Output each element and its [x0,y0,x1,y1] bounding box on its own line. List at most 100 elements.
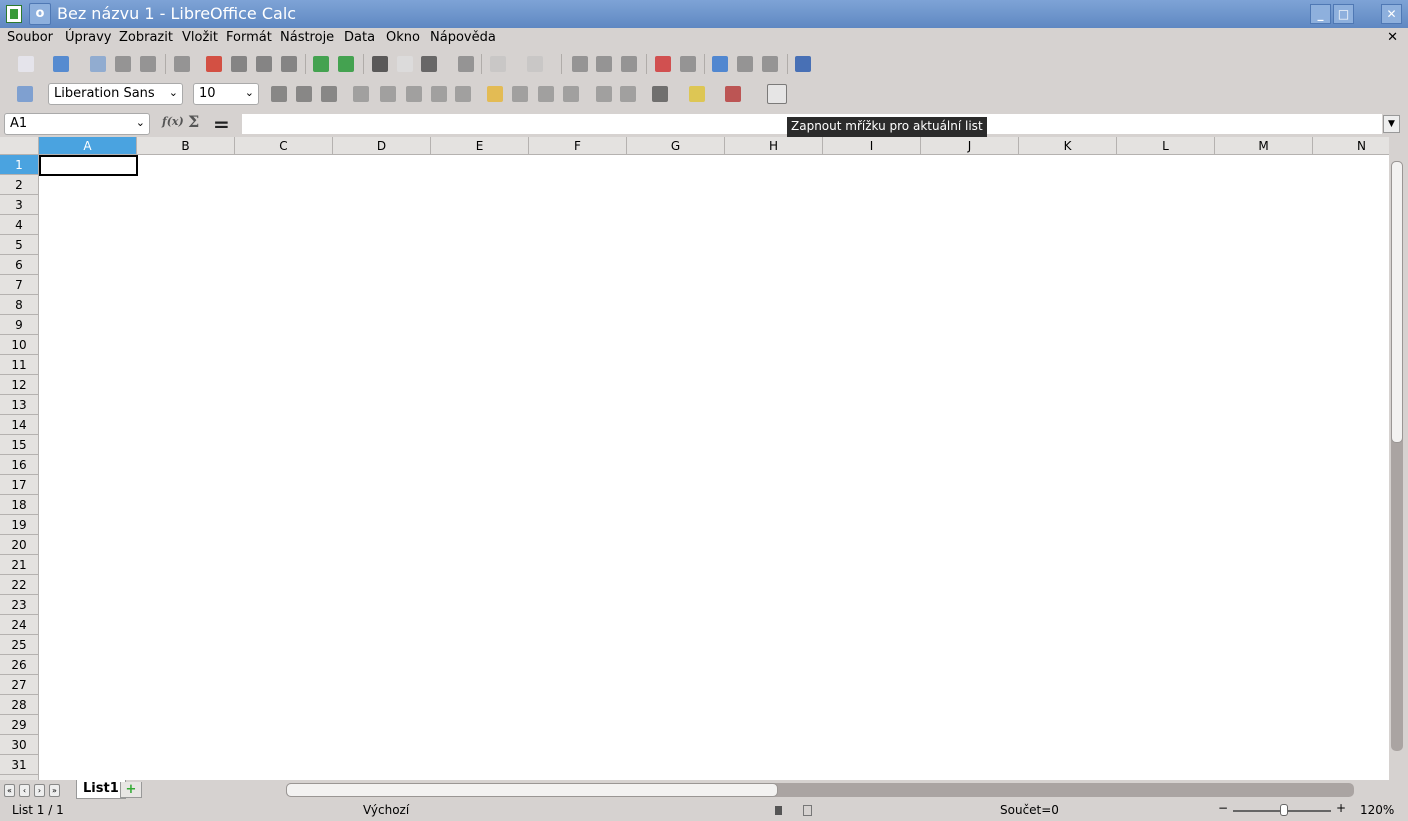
row-header-20[interactable]: 20 [0,535,39,555]
column-header-A[interactable]: A [39,137,137,155]
row-header-30[interactable]: 30 [0,735,39,755]
align-center-icon[interactable] [380,86,396,102]
scroll-thumb[interactable] [286,783,778,797]
align-right-icon[interactable] [406,86,422,102]
justify-icon[interactable] [431,86,447,102]
navigator-icon[interactable] [712,56,728,72]
vertical-scrollbar[interactable] [1389,137,1408,780]
edit-file-icon[interactable] [115,56,131,72]
row-header-26[interactable]: 26 [0,655,39,675]
menu-soubor[interactable]: Soubor [7,30,53,45]
sort-desc-icon[interactable] [621,56,637,72]
select-all-corner[interactable] [0,137,39,155]
next-sheet-icon[interactable]: › [34,784,45,797]
pivot-icon[interactable] [680,56,696,72]
styles-icon[interactable] [17,86,33,102]
column-header-D[interactable]: D [333,137,431,155]
sheet-tab-list1[interactable]: List1 [76,780,126,799]
column-header-G[interactable]: G [627,137,725,155]
underline-icon[interactable] [321,86,337,102]
column-header-C[interactable]: C [235,137,333,155]
redo-icon[interactable] [527,56,543,72]
row-header-6[interactable]: 6 [0,255,39,275]
expand-formula-button[interactable]: ▼ [1383,115,1400,133]
row-header-5[interactable]: 5 [0,235,39,255]
gallery-icon[interactable] [737,56,753,72]
column-header-H[interactable]: H [725,137,823,155]
row-header-7[interactable]: 7 [0,275,39,295]
scroll-thumb[interactable] [1391,161,1403,443]
menu-vlozit[interactable]: Vložit [182,30,218,45]
decrease-indent-icon[interactable] [596,86,612,102]
column-header-M[interactable]: M [1215,137,1313,155]
font-name-combo[interactable]: Liberation Sans ⌄ [48,83,183,105]
help-icon[interactable] [795,56,811,72]
add-decimal-icon[interactable] [538,86,554,102]
row-header-18[interactable]: 18 [0,495,39,515]
toggle-grid-icon[interactable] [767,84,787,104]
close-button[interactable]: ✕ [1381,4,1402,24]
row-header-13[interactable]: 13 [0,395,39,415]
horizontal-scrollbar[interactable] [272,782,1384,798]
clone-format-icon[interactable] [458,56,474,72]
name-box[interactable]: A1 ⌄ [4,113,150,135]
row-header-16[interactable]: 16 [0,455,39,475]
menu-data[interactable]: Data [344,30,375,45]
menu-okno[interactable]: Okno [386,30,420,45]
borders-icon[interactable] [652,86,668,102]
row-header-1[interactable]: 1 [0,155,39,175]
zoom-in-button[interactable]: + [1336,801,1346,815]
column-header-F[interactable]: F [529,137,627,155]
column-header-I[interactable]: I [823,137,921,155]
font-size-combo[interactable]: 10 ⌄ [193,83,259,105]
pdf-icon[interactable] [206,56,222,72]
print-direct-icon[interactable] [231,56,247,72]
column-header-K[interactable]: K [1019,137,1117,155]
font-color-icon[interactable] [725,86,741,102]
add-sheet-button[interactable]: + [120,782,142,798]
column-header-J[interactable]: J [921,137,1019,155]
hyperlink-icon[interactable] [572,56,588,72]
spellcheck-icon[interactable] [313,56,329,72]
copy-icon[interactable] [397,56,413,72]
sort-asc-icon[interactable] [596,56,612,72]
background-color-icon[interactable] [689,86,705,102]
bold-icon[interactable] [271,86,287,102]
menu-napoveda[interactable]: Nápověda [430,30,496,45]
row-header-4[interactable]: 4 [0,215,39,235]
sum-icon[interactable]: Σ [188,112,199,131]
row-header-28[interactable]: 28 [0,695,39,715]
merge-cells-icon[interactable] [455,86,471,102]
row-header-8[interactable]: 8 [0,295,39,315]
autospell-icon[interactable] [338,56,354,72]
row-header-10[interactable]: 10 [0,335,39,355]
currency-icon[interactable] [487,86,503,102]
row-header-17[interactable]: 17 [0,475,39,495]
delete-decimal-icon[interactable] [563,86,579,102]
edit-mode-icon[interactable] [174,56,190,72]
menu-nastroje[interactable]: Nástroje [280,30,334,45]
close-document-button[interactable]: ✕ [1387,30,1398,45]
column-header-L[interactable]: L [1117,137,1215,155]
align-left-icon[interactable] [353,86,369,102]
save-disabled-icon[interactable] [90,56,106,72]
column-header-B[interactable]: B [137,137,235,155]
percent-icon[interactable] [512,86,528,102]
cut-icon[interactable] [372,56,388,72]
row-header-22[interactable]: 22 [0,575,39,595]
formula-equals-icon[interactable]: = [213,112,230,136]
increase-indent-icon[interactable] [620,86,636,102]
row-header-14[interactable]: 14 [0,415,39,435]
row-header-12[interactable]: 12 [0,375,39,395]
minimize-button[interactable]: _ [1310,4,1331,24]
row-header-31[interactable]: 31 [0,755,39,775]
zoom-level[interactable]: 120% [1360,803,1394,817]
function-wizard-icon[interactable]: f(x) [162,115,184,128]
row-header-27[interactable]: 27 [0,675,39,695]
row-header-21[interactable]: 21 [0,555,39,575]
row-header-11[interactable]: 11 [0,355,39,375]
row-header-29[interactable]: 29 [0,715,39,735]
row-header-23[interactable]: 23 [0,595,39,615]
undo-icon[interactable] [490,56,506,72]
row-header-19[interactable]: 19 [0,515,39,535]
